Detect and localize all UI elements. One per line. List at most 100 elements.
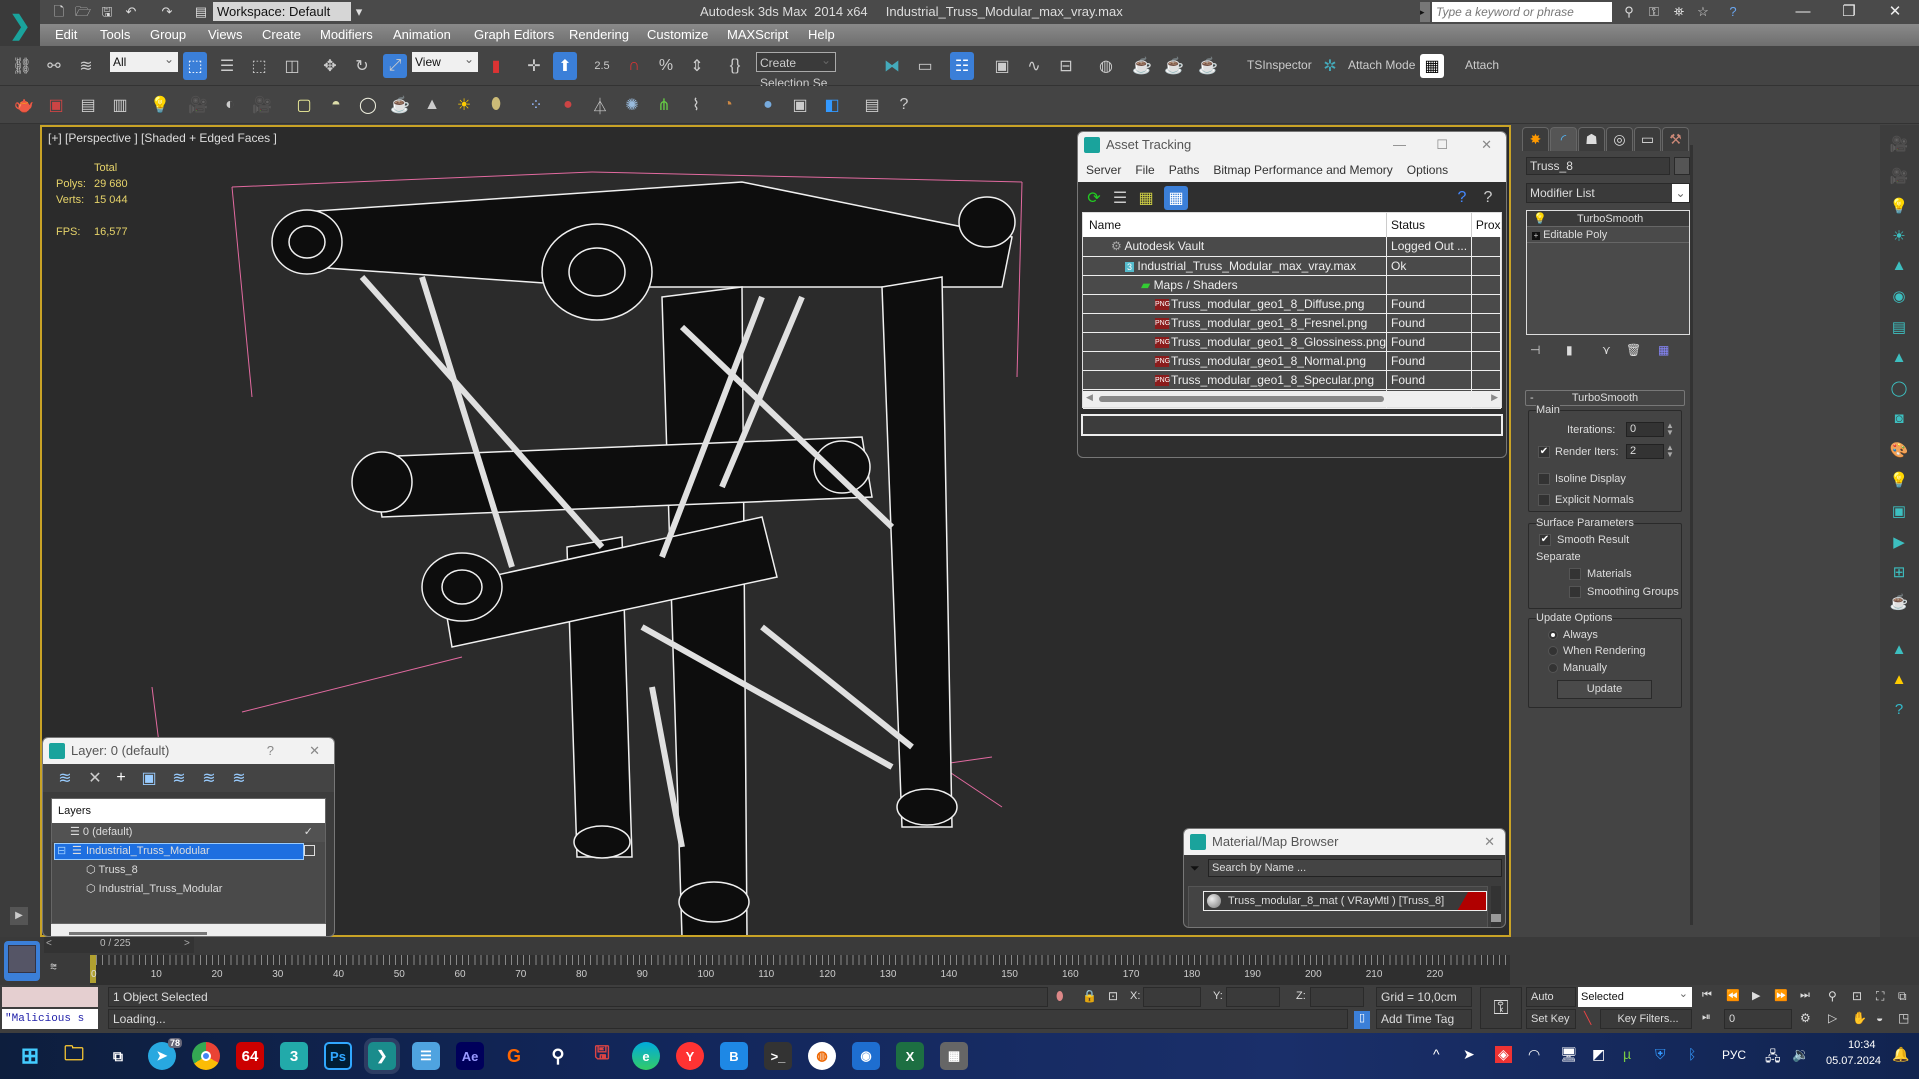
region-render-icon[interactable]: ⊞ [1888,563,1910,585]
vray-frame-buffer-icon[interactable]: ▣ [788,93,812,117]
frame-buffer-icon[interactable]: ▣ [1888,502,1910,524]
favorites-star-icon[interactable]: ☆ [1694,3,1712,21]
render-iters-spinner-arrows[interactable]: ▲ ▼ [1666,444,1674,459]
layer-scrollbar[interactable] [51,924,326,936]
scrollbar-thumb[interactable] [1099,396,1384,402]
vray-hf-icon[interactable]: ⌇ [684,93,708,117]
select-and-link-icon[interactable]: ⛓ [10,54,34,78]
selection-lock-icon[interactable]: 🔒 [1082,989,1097,1003]
vray-plane-icon[interactable]: ⏃ [588,93,612,117]
menu-group[interactable]: Group [150,27,186,42]
auto-key-button[interactable]: Auto Key [1526,987,1576,1021]
teapot-icon[interactable]: 🫖 [12,93,36,117]
x-coordinate-field[interactable] [1143,987,1201,1007]
panel-icon[interactable]: ▥ [108,93,132,117]
vray-plane-light-icon[interactable]: ▢ [292,93,316,117]
tree-list-icon[interactable]: ▤ [1888,318,1910,340]
time-tag-icon[interactable]: ▯ [1354,1011,1370,1029]
menu-file[interactable]: File [1135,163,1154,177]
zoom-all-icon[interactable]: ⊡ [1852,989,1862,1003]
spinner-snap-icon[interactable]: ⇕ [685,54,709,78]
layer-object-item[interactable]: ⬡ Truss_8 [52,861,325,880]
hotspot-tray-icon[interactable]: ◠ [1528,1046,1540,1063]
orbit-icon[interactable]: ◒ [1876,1011,1883,1025]
go-to-start-icon[interactable]: ⏮ [1702,989,1712,1002]
angle-snap-icon[interactable]: ∩ [622,54,646,78]
telegram-tray-icon[interactable]: ➤ [1463,1046,1475,1063]
tree-doc-icon[interactable]: ▲ [1888,349,1910,371]
expand-icon[interactable]: ▶ [10,907,28,925]
close-button[interactable]: ✕ [1872,0,1918,24]
binoculars-icon[interactable]: ⚲ [1620,3,1638,21]
display-tray-icon[interactable]: ◩ [1592,1046,1605,1063]
vray-grass-icon[interactable]: ⋔ [652,93,676,117]
lightbulb-icon[interactable]: 💡 [1533,211,1547,227]
vray-clipper-icon[interactable]: ◔ [716,93,740,117]
app-menu-button[interactable]: ❯ [0,0,40,50]
add-to-layer-icon[interactable]: + [109,766,133,790]
layer-object-item[interactable]: ⬡ Industrial_Truss_Modular [52,880,325,899]
layer-manager-icon[interactable]: ☷ [950,52,974,80]
light-lister-icon[interactable]: 💡 [148,93,172,117]
add-camera-icon[interactable]: 🎥 [1888,167,1910,189]
z-coordinate-field[interactable] [1310,987,1364,1007]
expand-plus-icon[interactable]: + [1532,232,1540,240]
material-editor-icon[interactable]: ◍ [1094,54,1118,78]
zoom-icon[interactable]: ⚲ [1828,989,1837,1003]
add-time-tag-button[interactable]: Add Time Tag [1376,1009,1472,1029]
collapse-icon[interactable]: ⊟ [57,842,66,861]
asset-row[interactable]: PNGTruss_modular_geo1_8_Normal.png Found [1083,351,1502,370]
vray-mesh-light-icon[interactable]: ☕ [388,93,412,117]
minimize-icon[interactable]: — [1393,132,1406,158]
minimize-button[interactable]: — [1780,0,1826,24]
after-effects-icon[interactable]: Ae [456,1042,484,1070]
list-view-icon[interactable]: ☰ [1108,186,1132,210]
y-coordinate-field[interactable] [1226,987,1280,1007]
scrollbar-thumb[interactable] [69,932,207,935]
layer-item[interactable]: ☰ 0 (default) ✓ [52,823,325,842]
save-file-icon[interactable]: 🖫 [98,3,116,21]
language-indicator[interactable]: РУС [1722,1048,1746,1062]
mirror-icon[interactable]: ⧓ [880,54,904,78]
material-item[interactable]: Truss_modular_8_mat ( VRayMtl ) [Truss_8… [1203,891,1487,911]
vray-material-icon[interactable]: ● [756,93,780,117]
hierarchy-tab-icon[interactable]: ☗ [1578,127,1605,151]
layer-item[interactable]: ⊟ ☰ Industrial_Truss_Modular [52,842,325,861]
snaps-toggle-icon[interactable]: 2.5 [590,54,614,78]
palette-icon[interactable]: 🎨 [1888,441,1910,463]
bind-space-warp-icon[interactable]: ≋ [74,54,98,78]
close-icon[interactable]: ✕ [309,738,320,764]
telegram-icon[interactable]: ➤ 78 [148,1038,182,1070]
edge-icon[interactable]: e [632,1042,660,1070]
when-rendering-radio[interactable] [1548,646,1558,656]
play-icon[interactable]: ▶ [1752,989,1760,1002]
browser-options-icon[interactable]: ⏷ [1190,861,1200,876]
show-end-result-icon[interactable]: ▮ [1566,343,1573,357]
camera-icon[interactable]: 🎥 [186,93,210,117]
manipulate-icon[interactable]: ✛ [522,54,546,78]
teapot-icon[interactable]: ☕ [1888,593,1910,615]
menu-animation[interactable]: Animation [393,27,451,42]
new-file-icon[interactable]: 🗋 [50,3,68,21]
vray-ies-icon[interactable]: ▲ [420,93,444,117]
iterations-spinner[interactable]: 0 [1626,422,1664,437]
modify-tab-icon[interactable]: ◜ [1550,127,1577,151]
layer-properties-icon[interactable]: ≋ [227,766,251,790]
maximize-button[interactable]: ❐ [1826,0,1872,24]
notifications-bell-icon[interactable]: 🔔 [1892,1046,1909,1063]
prev-frame-button[interactable]: < [46,938,52,949]
vray-toggle-icon[interactable]: ◧ [820,93,844,117]
communication-center-icon[interactable]: ⛯ [1670,3,1688,21]
yandex-icon[interactable]: Y [676,1042,704,1070]
bluetooth-tray-icon[interactable]: ᛒ [1688,1046,1696,1062]
select-by-name-icon[interactable]: ☰ [215,54,239,78]
selection-filter-dropdown[interactable]: All [110,49,178,72]
fur-icon[interactable]: ◯ [1888,379,1910,401]
search-input[interactable]: Type a keyword or phrase [1432,2,1612,22]
asset-row[interactable]: 3 Industrial_Truss_Modular_max_vray.max O… [1083,256,1502,275]
vray-fur-icon[interactable]: ✺ [620,93,644,117]
next-frame-icon[interactable]: ⏩ [1774,989,1788,1002]
horizontal-scrollbar[interactable]: ◀ ▶ [1083,391,1501,407]
tree-icon[interactable]: ▲ [1888,257,1910,279]
tree-view-icon[interactable]: ▦ [1134,186,1158,210]
